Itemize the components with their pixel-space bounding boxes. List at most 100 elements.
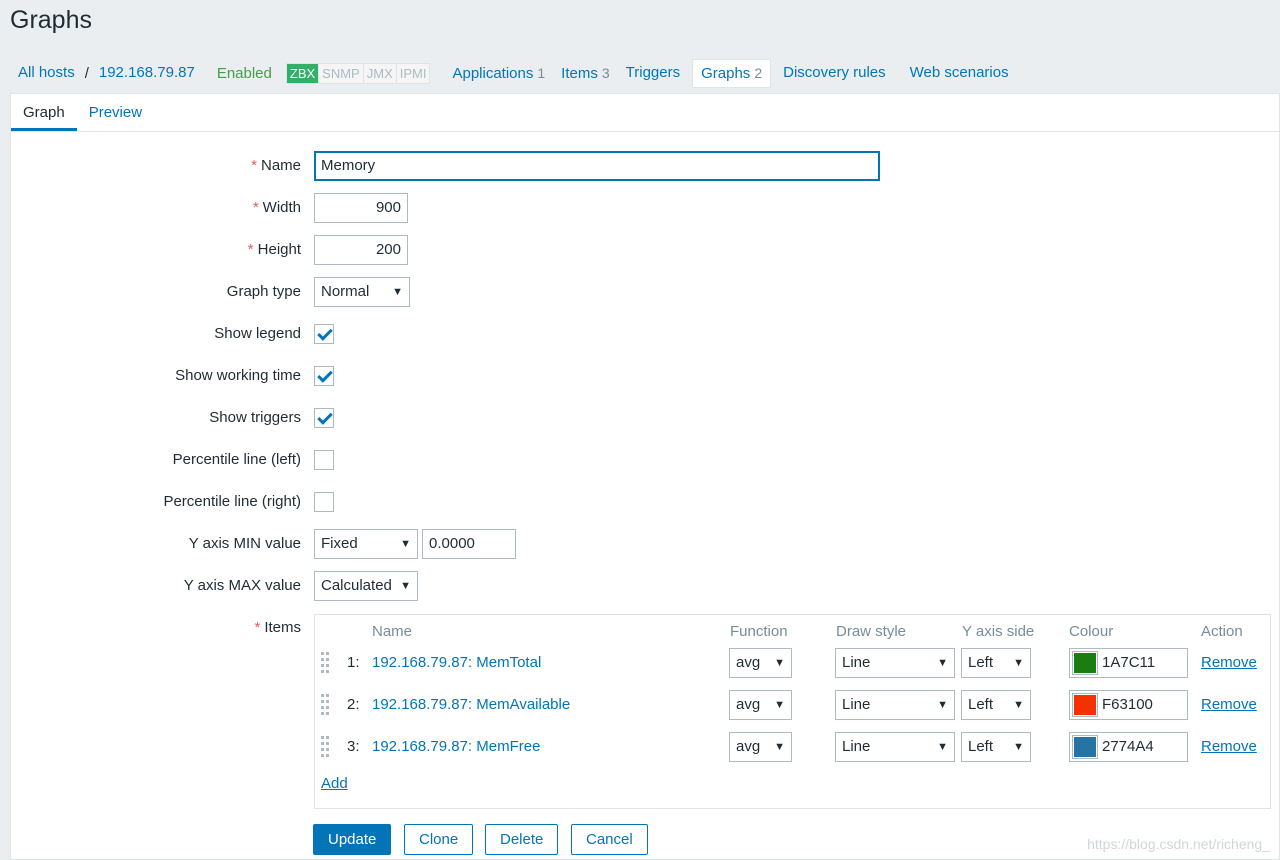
width-label-text: Width <box>262 199 301 216</box>
item-function-select[interactable]: avg ▼ <box>729 690 792 720</box>
show-legend-label: Show legend <box>214 325 301 342</box>
height-label-text: Height <box>257 241 301 258</box>
item-remove-link[interactable]: Remove <box>1201 690 1257 720</box>
item-function-value: avg <box>736 738 761 755</box>
applications-link[interactable]: Applications 1 <box>444 60 553 87</box>
percentile-right-checkbox[interactable] <box>314 492 334 512</box>
clone-button[interactable]: Clone <box>404 824 474 855</box>
graphs-link[interactable]: Graphs 2 <box>692 58 772 88</box>
dropdown-arrow-icon: ▼ <box>937 741 948 753</box>
item-y-axis-side-value: Left <box>968 738 994 755</box>
web-scenarios-link[interactable]: Web scenarios <box>902 60 1017 86</box>
item-draw-style-select[interactable]: Line ▼ <box>835 732 955 762</box>
host-link[interactable]: 192.168.79.87 <box>91 60 203 86</box>
graph-type-value: Normal <box>321 283 370 300</box>
all-hosts-link[interactable]: All hosts <box>10 60 83 86</box>
y-max-label: Y axis MAX value <box>183 577 301 594</box>
graph-type-row: Graph type Normal ▼ <box>11 277 1271 307</box>
header-action: Action <box>1201 623 1243 640</box>
tab-graph[interactable]: Graph <box>11 94 77 131</box>
triggers-link[interactable]: Triggers <box>618 60 688 86</box>
item-remove-link[interactable]: Remove <box>1201 648 1257 678</box>
required-marker: * <box>251 157 257 174</box>
colour-swatch[interactable] <box>1072 735 1098 759</box>
tab-preview[interactable]: Preview <box>77 94 154 131</box>
item-draw-style-select[interactable]: Line ▼ <box>835 648 955 678</box>
item-remove-link[interactable]: Remove <box>1201 732 1257 762</box>
item-function-value: avg <box>736 696 761 713</box>
dropdown-arrow-icon: ▼ <box>400 538 411 550</box>
item-colour-input[interactable]: 2774A4 <box>1069 732 1188 762</box>
name-label: * Name <box>251 151 301 181</box>
item-row: 3: 192.168.79.87: MemFree avg ▼ Line ▼ Lef… <box>315 732 1270 762</box>
graphs-count: 2 <box>754 64 763 81</box>
item-function-value: avg <box>736 654 761 671</box>
drag-handle-icon[interactable] <box>321 694 329 716</box>
delete-button[interactable]: Delete <box>485 824 559 855</box>
discovery-rules-link[interactable]: Discovery rules <box>775 60 894 86</box>
host-navigation: All hosts / 192.168.79.87 Enabled ZBX SN… <box>10 58 1280 88</box>
items-link[interactable]: Items 3 <box>553 60 617 87</box>
colour-swatch[interactable] <box>1072 693 1098 717</box>
header-colour: Colour <box>1069 623 1114 640</box>
y-min-value-input[interactable]: 0.0000 <box>422 529 516 559</box>
item-function-select[interactable]: avg ▼ <box>729 648 792 678</box>
height-input[interactable]: 200 <box>314 235 408 265</box>
item-index: 3: <box>347 738 360 755</box>
item-draw-style-value: Line <box>842 738 871 755</box>
width-input[interactable]: 900 <box>314 193 408 223</box>
item-row: 1: 192.168.79.87: MemTotal avg ▼ Line ▼ Le… <box>315 648 1270 678</box>
item-index: 2: <box>347 696 360 713</box>
show-triggers-label: Show triggers <box>209 409 301 426</box>
item-y-axis-side-value: Left <box>968 696 994 713</box>
add-item-link[interactable]: Add <box>321 775 348 792</box>
item-draw-style-value: Line <box>842 654 871 671</box>
cancel-button[interactable]: Cancel <box>571 824 648 855</box>
item-colour-value: F63100 <box>1102 696 1153 713</box>
items-table: Name Function Draw style Y axis side Col… <box>314 614 1271 809</box>
show-legend-checkbox[interactable] <box>314 324 334 344</box>
page-title: Graphs <box>10 6 92 34</box>
breadcrumb-separator: / <box>84 64 89 82</box>
item-draw-style-select[interactable]: Line ▼ <box>835 690 955 720</box>
percentile-left-label: Percentile line (left) <box>172 451 301 468</box>
update-button[interactable]: Update <box>313 824 392 855</box>
dropdown-arrow-icon: ▼ <box>774 657 785 669</box>
show-triggers-checkbox[interactable] <box>314 408 334 428</box>
drag-handle-icon[interactable] <box>321 652 329 674</box>
dropdown-arrow-icon: ▼ <box>774 699 785 711</box>
graph-type-select[interactable]: Normal ▼ <box>314 277 410 307</box>
snmp-badge: SNMP <box>318 63 363 83</box>
item-y-axis-side-select[interactable]: Left ▼ <box>961 648 1031 678</box>
item-colour-input[interactable]: 1A7C11 <box>1069 648 1188 678</box>
y-min-type-select[interactable]: Fixed ▼ <box>314 529 418 559</box>
item-function-select[interactable]: avg ▼ <box>729 732 792 762</box>
name-input[interactable]: Memory <box>314 151 880 181</box>
show-working-time-checkbox[interactable] <box>314 366 334 386</box>
required-marker: * <box>247 241 254 258</box>
dropdown-arrow-icon: ▼ <box>392 286 403 298</box>
item-y-axis-side-select[interactable]: Left ▼ <box>961 690 1031 720</box>
availability-badges: ZBX SNMP JMX IPMI <box>285 62 431 84</box>
y-max-type-select[interactable]: Calculated ▼ <box>314 571 418 601</box>
form-tabs: Graph Preview <box>11 94 1279 132</box>
item-name-link[interactable]: 192.168.79.87: MemAvailable <box>372 690 570 720</box>
header-y-axis-side: Y axis side <box>962 623 1035 640</box>
item-colour-input[interactable]: F63100 <box>1069 690 1188 720</box>
item-name-link[interactable]: 192.168.79.87: MemFree <box>372 732 540 762</box>
watermark: https://blog.csdn.net/richeng_ <box>1087 836 1270 852</box>
percentile-left-checkbox[interactable] <box>314 450 334 470</box>
item-y-axis-side-select[interactable]: Left ▼ <box>961 732 1031 762</box>
item-row: 2: 192.168.79.87: MemAvailable avg ▼ Line… <box>315 690 1270 720</box>
header-name: Name <box>372 623 413 640</box>
applications-count: 1 <box>537 64 546 81</box>
item-name-link[interactable]: 192.168.79.87: MemTotal <box>372 648 541 678</box>
height-label: * Height <box>248 235 301 265</box>
drag-handle-icon[interactable] <box>321 736 329 758</box>
colour-swatch[interactable] <box>1072 651 1098 675</box>
width-row: * Width 900 <box>11 193 1271 223</box>
dropdown-arrow-icon: ▼ <box>400 580 411 592</box>
show-triggers-row: Show triggers <box>11 403 1271 433</box>
host-status[interactable]: Enabled <box>203 65 280 82</box>
applications-label: Applications <box>452 64 534 82</box>
